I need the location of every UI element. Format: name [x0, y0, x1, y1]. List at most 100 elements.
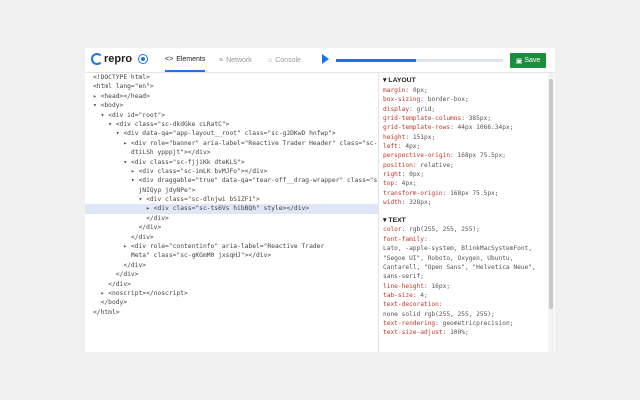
- css-property[interactable]: sans-serif;: [383, 272, 545, 281]
- scrollbar-thumb[interactable]: [549, 79, 553, 309]
- dom-node-line[interactable]: </html>: [85, 308, 378, 317]
- css-property[interactable]: none solid rgb(255, 255, 255);: [383, 310, 545, 319]
- dom-node-line[interactable]: </div>: [85, 280, 378, 289]
- text-section-header[interactable]: ▾ TEXT: [383, 215, 545, 225]
- styles-scrollbar[interactable]: [548, 73, 554, 352]
- dom-node-line[interactable]: ▾ <div draggable="true" data-qa="tear-of…: [85, 176, 378, 185]
- css-property-name: tab-size: [383, 291, 413, 299]
- css-property-name: left: [383, 143, 398, 151]
- tab-elements[interactable]: <> Elements: [165, 48, 206, 72]
- css-property-name: position: [383, 161, 413, 169]
- css-property[interactable]: color: rgb(255, 255, 255);: [383, 225, 545, 234]
- save-button[interactable]: ▣ Save: [510, 53, 546, 68]
- css-property[interactable]: height: 151px;: [383, 133, 545, 142]
- dom-node-line[interactable]: ▸ <div class="sc-imLK bvMJFo"></div>: [85, 167, 378, 176]
- css-property[interactable]: Lato, -apple-system, BlinkMacSystemFont,: [383, 244, 545, 253]
- dom-node-line[interactable]: </div>: [85, 233, 378, 242]
- css-property-value: 0px;: [409, 171, 424, 179]
- dom-node-line[interactable]: jNIQyp jdyNPe">: [85, 186, 378, 195]
- tab-network[interactable]: ≡ Network: [219, 48, 252, 72]
- dom-node-line[interactable]: ▸ <head></head>: [85, 92, 378, 101]
- save-icon: ▣: [515, 57, 523, 65]
- css-property-value: border-box;: [427, 96, 469, 104]
- dom-node-line[interactable]: <!DOCTYPE html>: [85, 73, 378, 82]
- tab-console[interactable]: ⌂ Console: [268, 48, 301, 72]
- inspect-target-icon[interactable]: [138, 54, 148, 64]
- css-property[interactable]: margin: 0px;: [383, 86, 545, 95]
- css-property-value: 151px;: [412, 133, 436, 141]
- panel-divider[interactable]: [378, 73, 379, 352]
- css-property[interactable]: display: grid;: [383, 105, 545, 114]
- css-property[interactable]: line-height: 16px;: [383, 282, 545, 291]
- css-property-value: sans-serif;: [383, 273, 424, 281]
- playback-progress-bar[interactable]: [336, 59, 503, 62]
- css-property-value: none solid rgb(255, 255, 255);: [383, 310, 495, 318]
- dom-node-selected[interactable]: ▸ <div class="sc-ts6Vs hibBQh" style></d…: [85, 204, 378, 214]
- css-property[interactable]: text-rendering: geometricprecision;: [383, 319, 545, 328]
- dom-node-line[interactable]: ▸ <div role="contentinfo" aria-label="Re…: [85, 242, 378, 251]
- css-property[interactable]: text-size-adjust: 100%;: [383, 328, 545, 337]
- css-property[interactable]: right: 0px;: [383, 170, 545, 179]
- css-property-name: right: [383, 171, 402, 179]
- caret-down-icon: ▾: [383, 216, 387, 224]
- dom-node-line[interactable]: ▾ <div class="sc-dlnjwi bS1ZF1">: [85, 195, 378, 204]
- dom-node-line[interactable]: ▾ <div data-qa="app-layout__root" class=…: [85, 129, 378, 138]
- css-property[interactable]: Cantarell, "Open Sans", "Helvetica Neue"…: [383, 263, 545, 272]
- css-property[interactable]: tab-size: 4;: [383, 291, 545, 300]
- css-property-value: 4px;: [405, 143, 421, 151]
- dom-node-line[interactable]: Meta" class="sc-gKGmM0 jxsqHJ"></div>: [85, 251, 378, 260]
- devtools-window: repro <> Elements ≡ Network ⌂ Console ▣ …: [85, 48, 555, 352]
- css-property-name: text-decoration: [383, 301, 439, 309]
- css-property-value: Lato, -apple-system, BlinkMacSystemFont,: [383, 245, 533, 253]
- dom-node-line[interactable]: ▾ <div id="root">: [85, 111, 378, 120]
- css-property-value: 328px;: [409, 199, 432, 207]
- css-property-name: text-rendering: [383, 319, 436, 327]
- css-property-value: 168px 75.5px;: [450, 189, 499, 197]
- css-property-name: transform-origin: [383, 189, 443, 197]
- tab-label: Console: [275, 56, 301, 64]
- css-property[interactable]: left: 4px;: [383, 142, 545, 151]
- css-property-name: font-family: [383, 235, 424, 243]
- code-icon: <>: [165, 55, 174, 63]
- dom-node-line[interactable]: ▸ <noscript></noscript>: [85, 289, 378, 298]
- dom-node-line[interactable]: </div>: [85, 261, 378, 270]
- css-property[interactable]: box-sizing: border-box;: [383, 95, 545, 104]
- dom-node-line[interactable]: ▾ <div class="sc-fjjiKk dteKLS">: [85, 158, 378, 167]
- css-property[interactable]: top: 4px;: [383, 179, 545, 188]
- css-property[interactable]: grid-template-rows: 44px 1066.34px;: [383, 123, 545, 132]
- css-property-value: 0px;: [412, 87, 428, 94]
- css-property-name: box-sizing: [383, 96, 421, 104]
- css-property-value: 100%;: [450, 329, 469, 337]
- dom-node-line[interactable]: ▾ <body>: [85, 101, 378, 110]
- css-property-value: rgb(255, 255, 255);: [409, 226, 480, 234]
- tab-label: Network: [226, 56, 252, 64]
- dom-node-line[interactable]: </body>: [85, 298, 378, 307]
- dom-node-line[interactable]: </div>: [85, 223, 378, 232]
- css-property-value: 4;: [420, 291, 428, 299]
- css-property-value: 168px 75.5px;: [457, 152, 506, 160]
- dom-node-line[interactable]: <html lang="en">: [85, 82, 378, 91]
- css-property[interactable]: grid-template-columns: 385px;: [383, 114, 545, 123]
- dom-tree-panel[interactable]: <!DOCTYPE html> <html lang="en"> ▸ <head><…: [85, 73, 378, 352]
- css-property[interactable]: perspective-origin: 168px 75.5px;: [383, 151, 545, 160]
- css-property[interactable]: "Segoe UI", Roboto, Oxygen, Ubuntu,: [383, 254, 545, 263]
- dom-node-line[interactable]: </div>: [85, 270, 378, 279]
- dom-node-line[interactable]: dtiLSh ypppjt"></div>: [85, 148, 378, 157]
- css-property[interactable]: width: 328px;: [383, 198, 545, 207]
- layout-section-header[interactable]: ▾ LAYOUT: [383, 76, 545, 86]
- css-property-value: "Segoe UI", Roboto, Oxygen, Ubuntu,: [383, 254, 514, 262]
- css-property[interactable]: text-decoration:: [383, 300, 545, 309]
- console-icon: ⌂: [268, 56, 273, 64]
- css-property-name: height: [383, 133, 406, 141]
- dom-node-line[interactable]: ▾ <div class="sc-dkdGke cLRatC">: [85, 120, 378, 129]
- css-property[interactable]: transform-origin: 168px 75.5px;: [383, 189, 545, 198]
- css-property[interactable]: position: relative;: [383, 161, 545, 170]
- dom-node-line[interactable]: ▸ <div role="banner" aria-label="Reactiv…: [85, 139, 378, 148]
- css-property[interactable]: font-family:: [383, 235, 545, 244]
- repro-logo-icon: [91, 53, 103, 65]
- network-icon: ≡: [219, 56, 224, 64]
- dom-node-line[interactable]: </div>: [85, 214, 378, 223]
- play-icon[interactable]: [322, 54, 329, 64]
- tab-label: Elements: [176, 55, 206, 63]
- styles-panel: ▾ LAYOUT margin: 0px; box-sizing: border-…: [383, 76, 545, 352]
